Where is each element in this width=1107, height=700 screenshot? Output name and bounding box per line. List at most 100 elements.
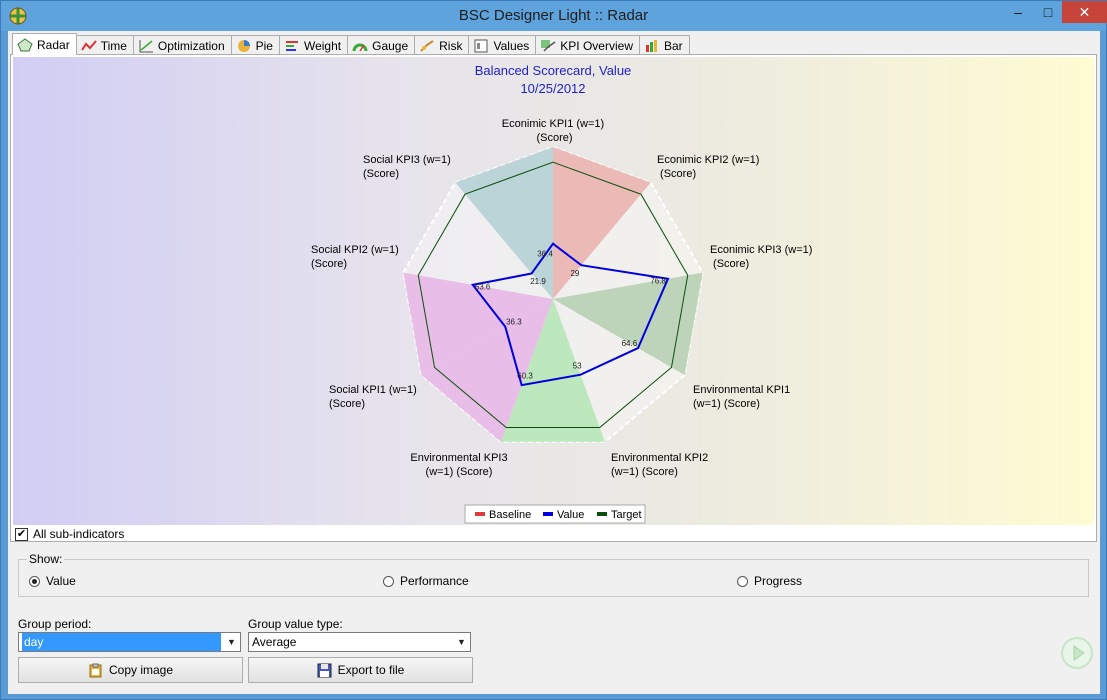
value-data-label: 64.6	[622, 339, 638, 348]
category-label: Social KPI3 (w=1) (Score)	[363, 154, 451, 180]
category-label: Econimic KPI3 (w=1) (Score)	[710, 244, 812, 270]
tab-time[interactable]: Time	[75, 35, 134, 55]
chart-tabs: Radar Time Optimization Pie Weight Gauge	[12, 33, 690, 55]
values-icon	[474, 39, 488, 52]
title-bar[interactable]: BSC Designer Light :: Radar – □ ✕	[1, 1, 1107, 31]
tab-optimization[interactable]: Optimization	[132, 35, 232, 55]
value-data-label: 60.3	[517, 372, 533, 381]
tab-gauge[interactable]: Gauge	[347, 35, 416, 55]
copy-image-button[interactable]: Copy image	[18, 657, 243, 683]
all-subindicators-checkbox[interactable]: ✔	[15, 527, 28, 541]
group-value-type-label: Group value type:	[248, 617, 343, 631]
value-data-label: 29	[570, 269, 579, 278]
tab-risk[interactable]: Risk	[414, 35, 470, 55]
category-label-line: Econimic KPI1 (w=1)	[502, 118, 604, 130]
tab-label: Gauge	[372, 38, 409, 53]
legend-swatch	[543, 512, 553, 516]
category-label-line: Social KPI3 (w=1)	[363, 154, 451, 166]
group-value-type-select[interactable]: Average ▼	[248, 632, 471, 652]
kpi-overview-icon	[541, 39, 556, 52]
category-label-line: Environmental KPI2	[611, 452, 708, 464]
all-subindicators-label: All sub-indicators	[33, 527, 125, 541]
export-to-file-button[interactable]: Export to file	[248, 657, 473, 683]
time-chart-icon	[80, 39, 97, 51]
legend-entry: Value	[557, 509, 584, 521]
value-data-label: 36.3	[506, 318, 522, 327]
tab-bar[interactable]: Bar	[638, 35, 690, 55]
play-icon	[1073, 645, 1085, 661]
tab-weight[interactable]: Weight	[278, 35, 349, 55]
show-label: Show:	[27, 552, 65, 566]
tab-pie[interactable]: Pie	[230, 35, 280, 55]
category-label: Econimic KPI1 (w=1) (Score)	[502, 118, 604, 144]
tab-label: Bar	[663, 38, 683, 53]
chart-subtitle: 10/25/2012	[520, 81, 585, 96]
gauge-icon	[352, 43, 368, 51]
minimize-button[interactable]: –	[1003, 1, 1033, 23]
copy-image-label: Copy image	[108, 663, 174, 677]
category-label: Social KPI2 (w=1) (Score)	[311, 244, 399, 270]
optimization-icon	[139, 39, 153, 52]
legend-swatch	[597, 512, 607, 516]
tab-label: Pie	[255, 38, 273, 53]
tab-values[interactable]: Values	[468, 35, 537, 55]
risk-icon	[420, 39, 434, 52]
category-label-line: Environmental KPI1	[693, 384, 790, 396]
maximize-button[interactable]: □	[1033, 1, 1063, 23]
category-label-line: (Score)	[533, 132, 572, 144]
radar-chart-svg: Balanced Scorecard, Value 10/25/2012 36.4 2…	[311, 63, 812, 524]
chart-title: Balanced Scorecard, Value	[475, 63, 632, 78]
tab-label: Risk	[439, 38, 463, 53]
category-label-line: (Score)	[363, 168, 399, 180]
radio-value[interactable]	[29, 575, 40, 587]
maximize-icon: □	[1043, 4, 1053, 20]
tab-label: KPI Overview	[560, 38, 633, 53]
group-period-label: Group period:	[18, 617, 92, 631]
value-data-label: 53	[573, 361, 582, 370]
value-data-label: 21.9	[530, 277, 546, 286]
chevron-down-icon[interactable]: ▼	[453, 633, 470, 651]
play-button[interactable]	[1061, 637, 1093, 669]
all-subindicators-toggle[interactable]: ✔ All sub-indicators	[15, 527, 124, 541]
close-icon: ✕	[1078, 4, 1091, 20]
category-label-line: Social KPI1 (w=1)	[329, 384, 417, 396]
tab-label: Weight	[303, 38, 342, 53]
value-data-label: 53.6	[475, 283, 491, 292]
tab-label: Optimization	[157, 38, 225, 53]
category-label-line: (Score)	[329, 398, 365, 410]
group-period-select[interactable]: day ▼	[18, 632, 241, 652]
tab-kpi-overview[interactable]: KPI Overview	[535, 35, 640, 55]
radio-label: Value	[46, 574, 76, 588]
close-button[interactable]: ✕	[1062, 1, 1107, 23]
show-option-performance[interactable]: Performance	[383, 574, 469, 588]
category-label-line: (Score)	[710, 258, 749, 270]
minimize-icon: –	[1014, 4, 1022, 20]
category-label: Environmental KPI1 (w=1) (Score)	[693, 384, 790, 410]
category-label: Social KPI1 (w=1) (Score)	[329, 384, 417, 410]
radar-chart: Balanced Scorecard, Value 10/25/2012 36.4 2…	[13, 57, 1094, 525]
category-label-line: (w=1) (Score)	[611, 466, 678, 478]
legend-entry: Baseline	[489, 509, 531, 521]
category-label-line: (Score)	[657, 168, 696, 180]
tab-label: Radar	[37, 37, 70, 52]
bar-chart-icon	[645, 39, 657, 52]
category-label-line: Econimic KPI2 (w=1)	[657, 154, 759, 166]
category-label-line: (w=1) (Score)	[426, 466, 493, 478]
category-label: Environmental KPI2 (w=1) (Score)	[611, 452, 708, 478]
tab-radar[interactable]: Radar	[12, 33, 77, 55]
category-label-line: (Score)	[311, 258, 347, 270]
radio-label: Progress	[754, 574, 803, 588]
chevron-down-icon[interactable]: ▼	[223, 633, 240, 651]
group-value-type-value: Average	[252, 635, 297, 649]
radio-performance[interactable]	[383, 575, 394, 587]
show-option-value[interactable]: Value	[29, 574, 76, 588]
category-label-line: (w=1) (Score)	[693, 398, 760, 410]
show-group: Show: Value Performance Progress	[18, 552, 1089, 597]
client-area: Radar Time Optimization Pie Weight Gauge	[8, 31, 1100, 694]
radio-progress[interactable]	[737, 575, 748, 587]
export-label: Export to file	[337, 663, 405, 677]
value-data-label: 36.4	[537, 250, 553, 259]
chart-panel: Balanced Scorecard, Value 10/25/2012 36.4 2…	[10, 54, 1097, 542]
category-label: Econimic KPI2 (w=1) (Score)	[657, 154, 759, 180]
show-option-progress[interactable]: Progress	[737, 574, 802, 588]
